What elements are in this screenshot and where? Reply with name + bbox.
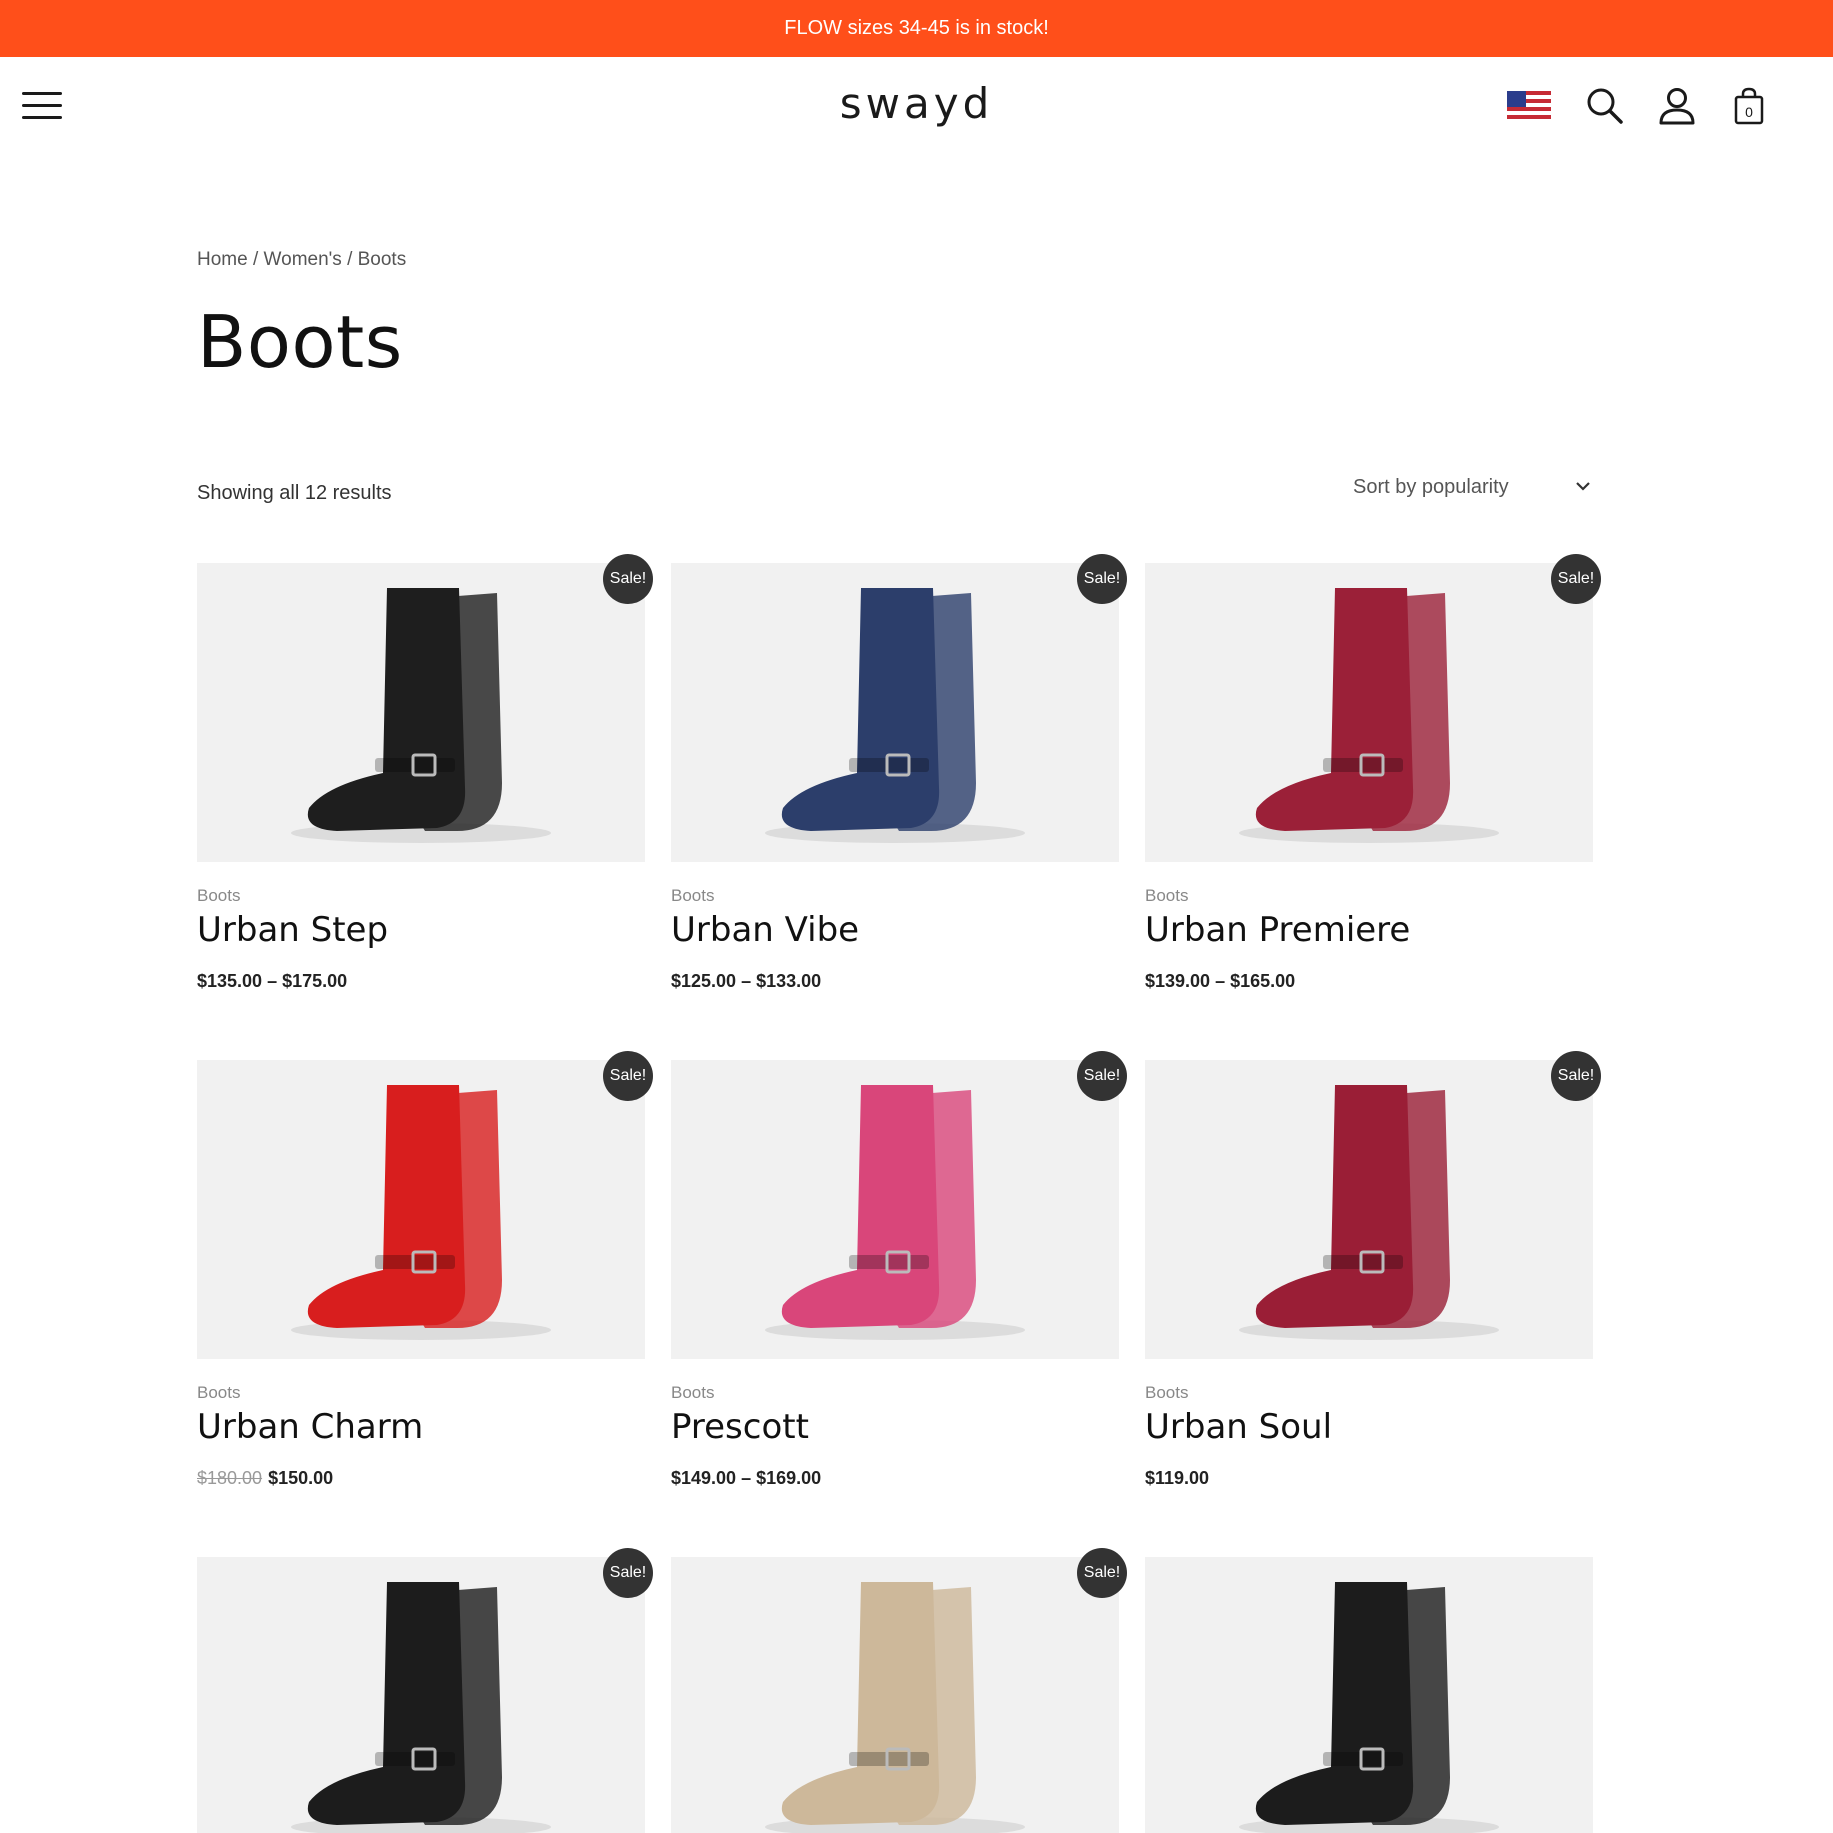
sale-badge: Sale! — [603, 1051, 653, 1101]
product-current-price: $139.00 – $165.00 — [1145, 971, 1296, 991]
product-image[interactable] — [671, 563, 1119, 862]
logo[interactable]: swayd — [0, 79, 1833, 128]
breadcrumb: Home / Women's / Boots — [197, 249, 406, 271]
sale-badge: Sale! — [1077, 1051, 1127, 1101]
product-image[interactable] — [1145, 1060, 1593, 1359]
product-price: $125.00 – $133.00 — [671, 971, 821, 992]
us-flag-icon[interactable] — [1507, 91, 1551, 126]
sale-badge: Sale! — [1551, 1051, 1601, 1101]
breadcrumb-home[interactable]: Home — [197, 249, 248, 270]
product-current-price: $119.00 — [1145, 1468, 1210, 1488]
page-title: Boots — [197, 300, 403, 384]
product-current-price: $125.00 – $133.00 — [671, 971, 822, 991]
breadcrumb-current: Boots — [357, 249, 407, 270]
product-category[interactable]: Boots — [1145, 1383, 1188, 1403]
product-image[interactable] — [197, 1060, 645, 1359]
breadcrumb-separator: / — [347, 249, 353, 270]
announcement-bar: FLOW sizes 34-45 is in stock! — [0, 0, 1833, 57]
product-category[interactable]: Boots — [197, 1383, 240, 1403]
sale-badge: Sale! — [1077, 554, 1127, 604]
sale-badge: Sale! — [1077, 1548, 1127, 1598]
product-image[interactable] — [671, 1557, 1119, 1833]
product-title[interactable]: Urban Soul — [1145, 1407, 1332, 1447]
sale-badge: Sale! — [603, 554, 653, 604]
product-title[interactable]: Urban Charm — [197, 1407, 423, 1447]
product-current-price: $135.00 – $175.00 — [197, 971, 348, 991]
product-image[interactable] — [1145, 563, 1593, 862]
product-title[interactable]: Urban Vibe — [671, 910, 859, 950]
account-icon[interactable] — [1658, 87, 1696, 130]
product-image[interactable] — [1145, 1557, 1593, 1833]
product-category[interactable]: Boots — [671, 1383, 714, 1403]
product-title[interactable]: Prescott — [671, 1407, 809, 1447]
sort-dropdown[interactable]: Sort by popularity — [1353, 472, 1593, 506]
product-price: $149.00 – $169.00 — [671, 1468, 821, 1489]
cart-count: 0 — [1745, 104, 1753, 120]
sort-selected-value: Sort by popularity — [1353, 476, 1509, 498]
product-price: $139.00 – $165.00 — [1145, 971, 1295, 992]
product-category[interactable]: Boots — [197, 886, 240, 906]
site-header: swayd 0 — [0, 57, 1833, 157]
product-image[interactable] — [197, 563, 645, 862]
product-price: $180.00 $150.00 — [197, 1468, 333, 1489]
product-category[interactable]: Boots — [1145, 886, 1188, 906]
result-count: Showing all 12 results — [197, 482, 392, 504]
product-current-price: $149.00 – $169.00 — [671, 1468, 822, 1488]
announcement-text: FLOW sizes 34-45 is in stock! — [784, 17, 1049, 39]
product-price: $119.00 — [1145, 1468, 1209, 1489]
product-title[interactable]: Urban Step — [197, 910, 388, 950]
product-image[interactable] — [197, 1557, 645, 1833]
product-current-price: $150.00 — [268, 1468, 334, 1488]
product-category[interactable]: Boots — [671, 886, 714, 906]
search-icon[interactable] — [1586, 87, 1624, 130]
sale-badge: Sale! — [603, 1548, 653, 1598]
product-old-price: $180.00 — [197, 1468, 263, 1488]
breadcrumb-womens[interactable]: Women's — [264, 249, 342, 270]
product-price: $135.00 – $175.00 — [197, 971, 347, 992]
product-image[interactable] — [671, 1060, 1119, 1359]
chevron-down-icon — [1573, 476, 1593, 501]
breadcrumb-separator: / — [252, 249, 259, 270]
sale-badge: Sale! — [1551, 554, 1601, 604]
product-title[interactable]: Urban Premiere — [1145, 910, 1410, 950]
cart-icon[interactable]: 0 — [1734, 87, 1764, 130]
